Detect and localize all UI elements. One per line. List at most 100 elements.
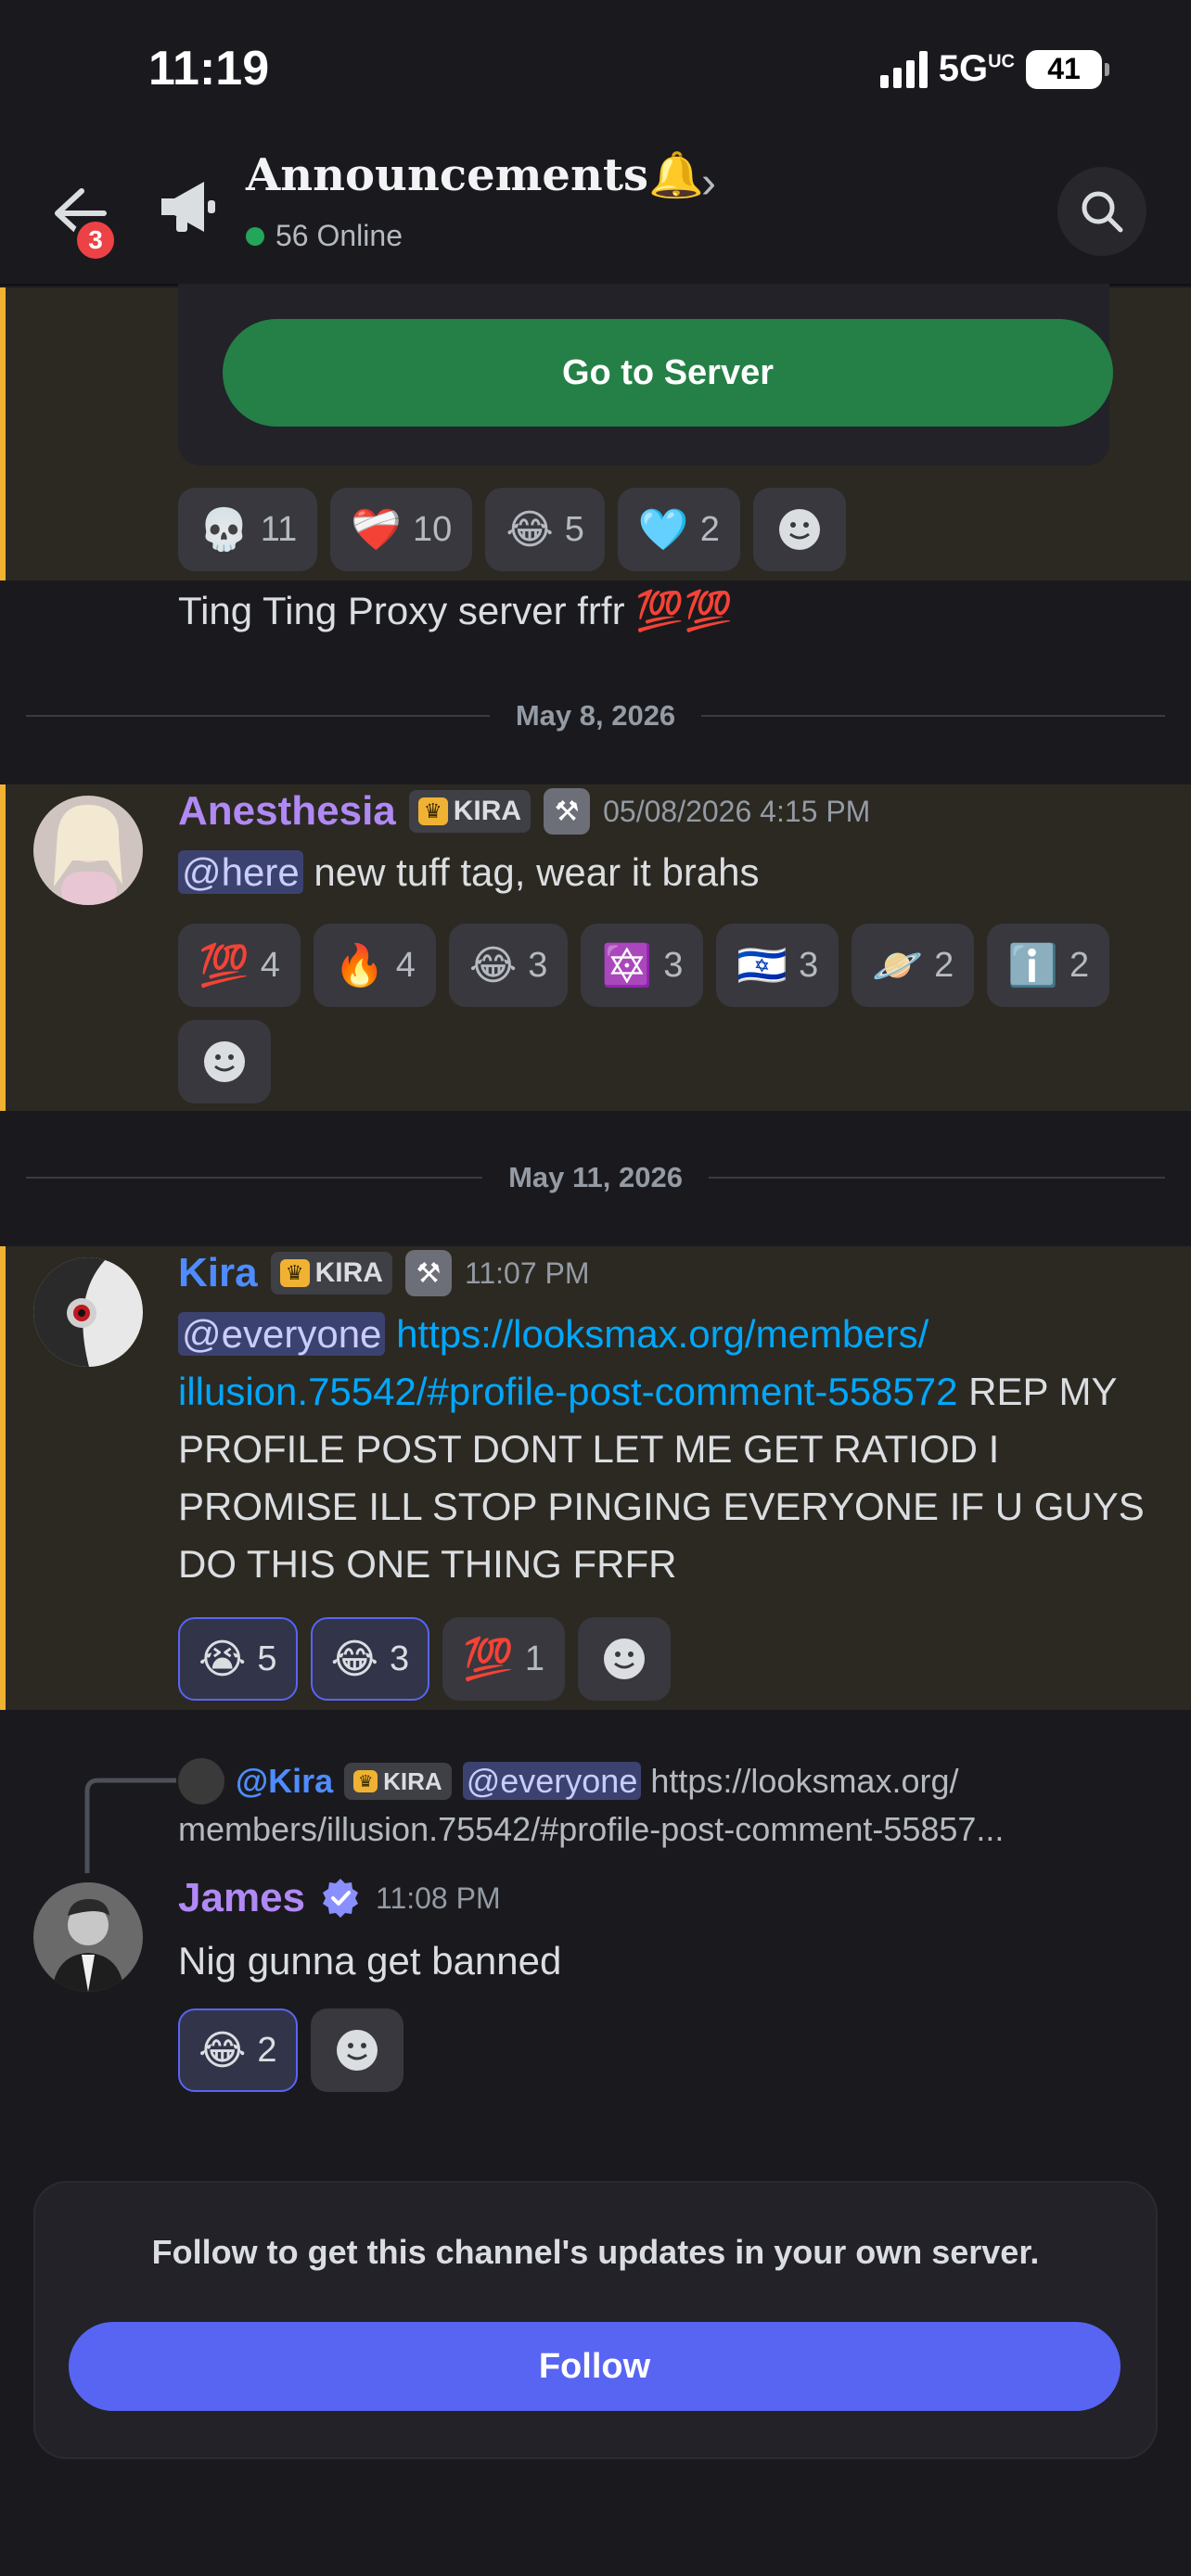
- timestamp: 11:07 PM: [464, 1256, 590, 1290]
- hundred-icon: 💯: [463, 1636, 514, 1683]
- channel-title[interactable]: Announcements🔔: [246, 148, 704, 201]
- message-body: new tuff tag, wear it brahs: [302, 850, 760, 894]
- star-of-david-icon: 🔯: [601, 942, 653, 989]
- reaction-count: 3: [663, 945, 684, 985]
- laughing-icon: 😂: [506, 505, 554, 554]
- add-reaction-icon: [336, 2030, 378, 2071]
- mention[interactable]: @everyone: [178, 1312, 386, 1356]
- message-header: Anesthesia ♛ KIRA ⚒ 05/08/2026 4:15 PM: [178, 788, 870, 835]
- battery-icon: 41: [1026, 49, 1109, 89]
- reaction-count: 2: [934, 945, 954, 985]
- follow-button[interactable]: Follow: [69, 2322, 1121, 2411]
- online-dot-icon: [246, 226, 264, 246]
- laughing-icon: 😂: [330, 1635, 378, 1683]
- reply-avatar: [178, 1758, 224, 1804]
- reaction-bar: 😭 5 😂 3 💯 1: [178, 1617, 672, 1701]
- add-reaction-icon: [604, 1639, 646, 1679]
- avatar[interactable]: [33, 1882, 143, 1992]
- guild-tag[interactable]: ♛ KIRA: [408, 790, 531, 833]
- reaction-fire[interactable]: 🔥 4: [313, 924, 436, 1007]
- search-icon: [1082, 191, 1123, 233]
- reply-spine: [84, 1778, 176, 1873]
- crown-icon: ♛: [353, 1770, 378, 1792]
- go-to-server-button[interactable]: Go to Server: [223, 319, 1113, 427]
- reply-mention: @everyone: [462, 1762, 642, 1800]
- add-reaction-button[interactable]: [310, 2009, 403, 2092]
- mending-heart-icon: ❤️‍🩹: [351, 506, 403, 554]
- guild-tag: ♛ KIRA: [344, 1763, 452, 1800]
- verified-badge-icon: [323, 1879, 359, 1918]
- reaction-count: 4: [260, 945, 280, 985]
- search-button[interactable]: [1057, 167, 1146, 256]
- online-count: 56 Online: [246, 219, 403, 253]
- message-link-cont[interactable]: illusion.75542/#profile-post-comment-558…: [178, 1370, 958, 1413]
- date-divider: May 11, 2026: [26, 1159, 1166, 1196]
- reaction-count: 11: [260, 509, 298, 549]
- reaction-star-of-david[interactable]: 🔯 3: [581, 924, 704, 1007]
- message-link[interactable]: https://looksmax.org/members/: [396, 1312, 928, 1356]
- chevron-right-icon[interactable]: ›: [701, 158, 716, 209]
- message-header: Kira ♛ KIRA ⚒ 11:07 PM: [178, 1250, 590, 1296]
- username[interactable]: Anesthesia: [178, 788, 396, 835]
- reaction-info[interactable]: ℹ️ 2: [987, 924, 1110, 1007]
- add-reaction-icon: [778, 509, 820, 550]
- reaction-crying[interactable]: 😭 5: [178, 1617, 298, 1701]
- date-divider: May 8, 2026: [26, 697, 1166, 734]
- follow-description: Follow to get this channel's updates in …: [151, 2233, 1040, 2271]
- add-reaction-button[interactable]: [752, 488, 846, 571]
- reply-author: @Kira: [236, 1762, 334, 1800]
- message-body: REP: [957, 1370, 1048, 1413]
- status-icons: 5GUC 41: [879, 48, 1109, 90]
- reaction-mending-heart[interactable]: ❤️‍🩹 10: [330, 488, 473, 571]
- add-reaction-icon: [204, 1041, 245, 1082]
- loudly-crying-icon: 😭: [198, 1635, 247, 1683]
- laughing-icon: 😂: [468, 941, 518, 989]
- skull-icon: 💀: [198, 506, 250, 554]
- online-text: 56 Online: [275, 219, 403, 252]
- reaction-count: 3: [389, 1639, 410, 1678]
- reaction-laugh[interactable]: 😂 3: [310, 1617, 430, 1701]
- hundred-icon: 💯: [198, 942, 250, 989]
- tag-label: KIRA: [383, 1766, 442, 1795]
- add-reaction-button[interactable]: [178, 1020, 271, 1103]
- reaction-count: 4: [395, 945, 416, 985]
- reaction-laugh[interactable]: 😂 2: [178, 2009, 298, 2092]
- reaction-ringed-planet[interactable]: 🪐 2: [852, 924, 975, 1007]
- reaction-laugh[interactable]: 😂 5: [485, 488, 605, 571]
- add-reaction-button[interactable]: [578, 1617, 672, 1701]
- message-header: James 11:08 PM: [178, 1875, 501, 1921]
- reaction-count: 1: [524, 1639, 545, 1678]
- tag-label: KIRA: [453, 796, 522, 826]
- crown-icon: ♛: [417, 797, 448, 825]
- reaction-100[interactable]: 💯 4: [178, 924, 301, 1007]
- username[interactable]: James: [178, 1875, 305, 1921]
- reaction-flag-israel[interactable]: 🇮🇱 3: [716, 924, 839, 1007]
- reaction-bar: 💯 4 🔥 4 😂 3 🔯 3 🇮🇱 3 🪐 2 ℹ️ 2: [178, 924, 1161, 1103]
- reaction-count: 5: [564, 509, 584, 549]
- status-time: 11:19: [148, 42, 270, 96]
- reaction-100[interactable]: 💯 1: [442, 1617, 566, 1701]
- reaction-skull[interactable]: 💀 11: [178, 488, 318, 571]
- reply-preview[interactable]: @Kira ♛ KIRA @everyone https://looksmax.o…: [178, 1758, 958, 1804]
- reaction-laugh[interactable]: 😂 3: [448, 924, 569, 1007]
- reply-text-cont[interactable]: members/illusion.75542/#profile-post-com…: [178, 1810, 1004, 1849]
- reaction-bar: 💀 11 ❤️‍🩹 10 😂 5 🩵 2: [178, 488, 846, 571]
- timestamp: 11:08 PM: [376, 1881, 501, 1915]
- date-label: May 11, 2026: [508, 1161, 683, 1193]
- tools-icon: ⚒: [544, 788, 591, 835]
- guild-tag[interactable]: ♛ KIRA: [270, 1252, 392, 1294]
- network-type: 5GUC: [938, 48, 1015, 89]
- avatar[interactable]: [33, 796, 143, 905]
- mention[interactable]: @here: [178, 850, 303, 894]
- username[interactable]: Kira: [178, 1250, 258, 1296]
- tag-label: KIRA: [314, 1257, 383, 1288]
- reaction-count: 3: [528, 945, 548, 985]
- reaction-count: 5: [257, 1639, 277, 1678]
- message-text: @here new tuff tag, wear it brahs: [178, 844, 760, 901]
- reaction-count: 3: [799, 945, 819, 985]
- reply-text: https://looksmax.org/: [641, 1762, 959, 1800]
- reaction-light-blue-heart[interactable]: 🩵 2: [617, 488, 740, 571]
- megaphone-icon: [156, 174, 221, 239]
- avatar[interactable]: [33, 1257, 143, 1367]
- cellular-signal-icon: [879, 50, 928, 88]
